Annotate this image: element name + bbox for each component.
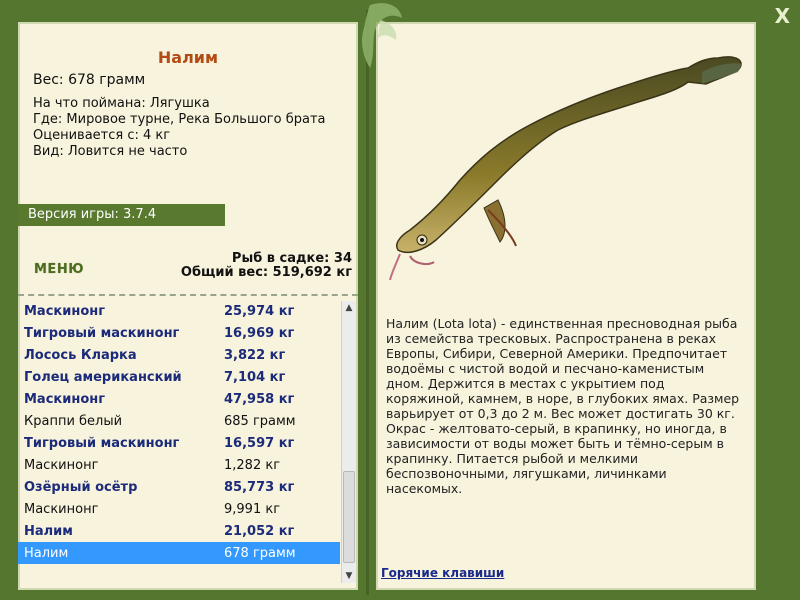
list-item[interactable]: Тигровый маскинонг 16,969 кг xyxy=(18,322,340,344)
scroll-thumb[interactable] xyxy=(343,471,355,563)
list-item-name: Маскинонг xyxy=(24,391,106,407)
list-item[interactable]: Краппи белый 685 грамм xyxy=(18,410,340,432)
list-item-name: Налим xyxy=(24,545,69,561)
list-item[interactable]: Лосось Кларка 3,822 кг xyxy=(18,344,340,366)
close-button[interactable]: X xyxy=(775,4,790,28)
list-item-weight: 678 грамм xyxy=(224,545,296,561)
list-item-name: Лосось Кларка xyxy=(24,347,137,363)
list-item-weight: 685 грамм xyxy=(224,413,296,429)
list-item-name: Краппи белый xyxy=(24,413,123,429)
hotkeys-link[interactable]: Горячие клавиши xyxy=(381,566,504,580)
list-item[interactable]: Маскинонг 47,958 кг xyxy=(18,388,340,410)
list-item-name: Маскинонг xyxy=(24,303,106,319)
scroll-down-icon[interactable]: ▼ xyxy=(342,569,356,583)
list-item-name: Тигровый маскинонг xyxy=(24,435,180,451)
fish-location: Где: Мировое турне, Река Большого брата xyxy=(33,112,326,127)
fish-description: Налим (Lota lota) - единственная преснов… xyxy=(386,316,740,496)
fish-info: На что поймана: Лягушка Где: Мировое тур… xyxy=(33,96,326,160)
list-item[interactable]: Маскинонг 1,282 кг xyxy=(18,454,340,476)
list-item-weight: 7,104 кг xyxy=(224,369,286,385)
burbot-fish-image xyxy=(389,56,742,281)
close-icon[interactable]: X xyxy=(775,4,790,28)
list-item[interactable]: Налим 678 грамм xyxy=(18,542,340,564)
fish-weight: Вес: 678 грамм xyxy=(33,72,146,88)
list-item-name: Голец американский xyxy=(24,369,182,385)
scroll-up-icon[interactable]: ▲ xyxy=(342,301,356,315)
list-item-weight: 1,282 кг xyxy=(224,457,281,473)
list-item[interactable]: Озёрный осётр 85,773 кг xyxy=(18,476,340,498)
list-item[interactable]: Маскинонг 25,974 кг xyxy=(18,300,340,322)
list-item-name: Маскинонг xyxy=(24,457,99,473)
list-item[interactable]: Маскинонг 9,991 кг xyxy=(18,498,340,520)
list-item-weight: 25,974 кг xyxy=(224,303,295,319)
list-item-weight: 9,991 кг xyxy=(224,501,281,517)
menu-button[interactable]: МЕНЮ xyxy=(34,262,84,277)
list-item-name: Озёрный осётр xyxy=(24,479,138,495)
list-divider xyxy=(18,294,358,296)
list-item-weight: 21,052 кг xyxy=(224,523,295,539)
list-item[interactable]: Налим 21,052 кг xyxy=(18,520,340,542)
list-item-name: Налим xyxy=(24,523,73,539)
fish-bait: На что поймана: Лягушка xyxy=(33,96,210,111)
list-item-name: Тигровый маскинонг xyxy=(24,325,180,341)
game-version-bar: Версия игры: 3.7.4 xyxy=(18,204,225,226)
fish-kind: Вид: Ловится не часто xyxy=(33,144,188,159)
list-item[interactable]: Голец американский 7,104 кг xyxy=(18,366,340,388)
list-item-weight: 47,958 кг xyxy=(224,391,295,407)
fish-name-title: Налим xyxy=(157,48,219,67)
fish-rating: Оценивается с: 4 кг xyxy=(33,128,171,143)
list-item-weight: 85,773 кг xyxy=(224,479,295,495)
total-weight: Общий вес: 519,692 кг xyxy=(180,265,352,280)
catch-list[interactable]: Маскинонг 25,974 кг Тигровый маскинонг 16,9… xyxy=(18,300,340,584)
list-item-weight: 16,969 кг xyxy=(224,325,295,341)
panel-divider xyxy=(366,10,369,595)
list-item-weight: 3,822 кг xyxy=(224,347,286,363)
catch-list-scrollbar[interactable]: ▲ ▼ xyxy=(341,301,356,583)
list-item[interactable]: Тигровый маскинонг 16,597 кг xyxy=(18,432,340,454)
cage-stats: Рыб в садке: 34 Общий вес: 519,692 кг xyxy=(181,252,352,280)
list-item-name: Маскинонг xyxy=(24,501,99,517)
fish-count: Рыб в садке: 34 xyxy=(231,251,352,266)
list-item-weight: 16,597 кг xyxy=(224,435,295,451)
